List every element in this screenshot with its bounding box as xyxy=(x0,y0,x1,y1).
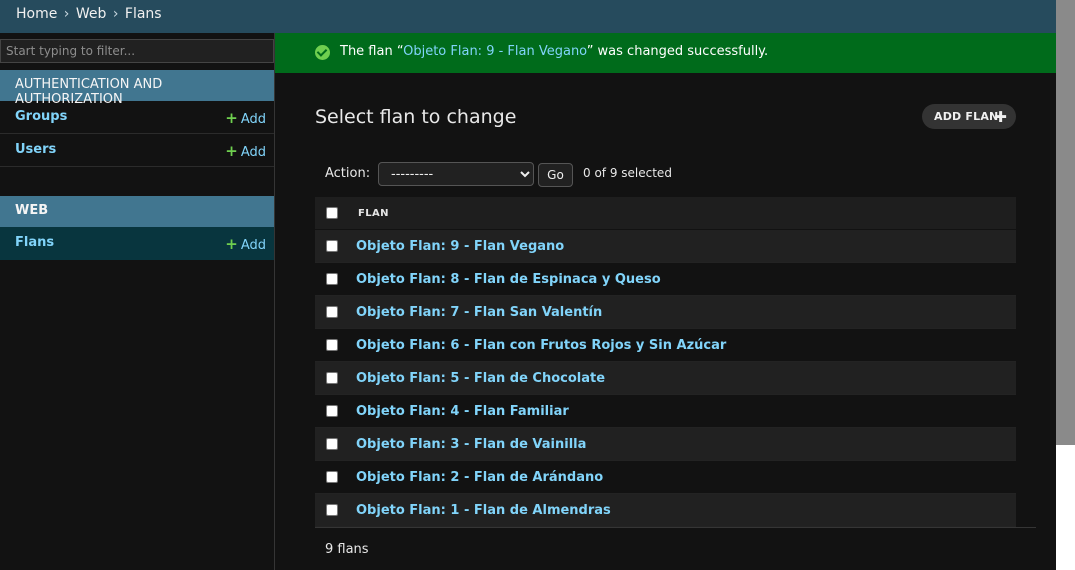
row-checkbox[interactable] xyxy=(326,273,338,285)
table-row: Objeto Flan: 9 - Flan Vegano xyxy=(315,230,1016,263)
add-flan-button[interactable]: ADD FLAN ✚ xyxy=(922,104,1016,129)
sidebar-item-users: Users + Add xyxy=(0,134,274,167)
go-button[interactable]: Go xyxy=(538,163,573,187)
plus-icon: + xyxy=(225,109,238,127)
add-flans-link[interactable]: + Add xyxy=(225,235,266,253)
row-checkbox[interactable] xyxy=(326,372,338,384)
model-link-flans[interactable]: Flans xyxy=(15,235,54,250)
table-header: FLAN xyxy=(315,197,1016,230)
row-link[interactable]: Objeto Flan: 8 - Flan de Espinaca y Ques… xyxy=(356,272,661,287)
add-groups-link[interactable]: + Add xyxy=(225,109,266,127)
row-link[interactable]: Objeto Flan: 7 - Flan San Valentín xyxy=(356,305,602,320)
breadcrumb-current: Flans xyxy=(124,6,162,22)
row-link[interactable]: Objeto Flan: 9 - Flan Vegano xyxy=(356,239,564,254)
action-label: Action: xyxy=(325,166,371,181)
row-checkbox[interactable] xyxy=(326,306,338,318)
add-flan-label: ADD FLAN xyxy=(934,110,999,123)
row-link[interactable]: Objeto Flan: 1 - Flan de Almendras xyxy=(356,503,611,518)
success-message: The flan “Objeto Flan: 9 - Flan Vegano” … xyxy=(275,33,1056,73)
app-caption-web[interactable]: WEB xyxy=(0,196,274,227)
result-list: FLAN Objeto Flan: 9 - Flan Vegano Objeto… xyxy=(315,197,1016,527)
column-header-flan[interactable]: FLAN xyxy=(358,208,389,219)
table-row: Objeto Flan: 4 - Flan Familiar xyxy=(315,395,1016,428)
app-caption-auth[interactable]: AUTHENTICATION AND AUTHORIZATION xyxy=(0,70,274,107)
action-select[interactable]: --------- xyxy=(378,162,534,186)
scrollbar-thumb[interactable] xyxy=(1056,0,1075,445)
page-title: Select flan to change xyxy=(315,106,517,128)
select-all-checkbox[interactable] xyxy=(326,207,338,219)
row-checkbox[interactable] xyxy=(326,471,338,483)
table-row: Objeto Flan: 2 - Flan de Arándano xyxy=(315,461,1016,494)
breadcrumb: Home › Web › Flans xyxy=(0,0,1056,33)
row-link[interactable]: Objeto Flan: 4 - Flan Familiar xyxy=(356,404,569,419)
check-circle-icon xyxy=(315,45,330,60)
add-label: Add xyxy=(240,238,266,253)
add-label: Add xyxy=(240,112,266,127)
message-prefix: The flan “ xyxy=(340,44,404,59)
plus-icon: + xyxy=(225,235,238,253)
row-checkbox[interactable] xyxy=(326,339,338,351)
plus-icon: + xyxy=(225,142,238,160)
model-link-users[interactable]: Users xyxy=(15,142,56,157)
table-row: Objeto Flan: 1 - Flan de Almendras xyxy=(315,494,1016,527)
table-row: Objeto Flan: 7 - Flan San Valentín xyxy=(315,296,1016,329)
admin-page: Home › Web › Flans AUTHENTICATION AND AU… xyxy=(0,0,1075,570)
sidebar-item-groups: Groups + Add xyxy=(0,101,274,134)
breadcrumb-app[interactable]: Web xyxy=(76,6,107,22)
breadcrumb-home[interactable]: Home xyxy=(16,6,57,22)
nav-filter-input[interactable] xyxy=(0,39,274,63)
row-checkbox[interactable] xyxy=(326,240,338,252)
table-row: Objeto Flan: 3 - Flan de Vainilla xyxy=(315,428,1016,461)
table-row: Objeto Flan: 8 - Flan de Espinaca y Ques… xyxy=(315,263,1016,296)
add-users-link[interactable]: + Add xyxy=(225,142,266,160)
breadcrumb-separator: › xyxy=(112,6,119,22)
row-link[interactable]: Objeto Flan: 2 - Flan de Arándano xyxy=(356,470,603,485)
table-row: Objeto Flan: 6 - Flan con Frutos Rojos y… xyxy=(315,329,1016,362)
row-link[interactable]: Objeto Flan: 5 - Flan de Chocolate xyxy=(356,371,605,386)
row-checkbox[interactable] xyxy=(326,405,338,417)
table-row: Objeto Flan: 5 - Flan de Chocolate xyxy=(315,362,1016,395)
sidebar-item-flans: Flans + Add xyxy=(0,227,274,260)
paginator: 9 flans xyxy=(315,527,1036,570)
model-link-groups[interactable]: Groups xyxy=(15,109,67,124)
message-suffix: ” was changed successfully. xyxy=(586,44,769,59)
message-object-link[interactable]: Objeto Flan: 9 - Flan Vegano xyxy=(403,44,587,59)
add-label: Add xyxy=(240,145,266,160)
row-checkbox[interactable] xyxy=(326,504,338,516)
nav-sidebar: AUTHENTICATION AND AUTHORIZATION Groups … xyxy=(0,33,275,570)
row-checkbox[interactable] xyxy=(326,438,338,450)
plus-icon: ✚ xyxy=(994,108,1007,126)
selected-counter: 0 of 9 selected xyxy=(583,166,672,180)
breadcrumb-separator: › xyxy=(63,6,70,22)
row-link[interactable]: Objeto Flan: 6 - Flan con Frutos Rojos y… xyxy=(356,338,726,353)
row-link[interactable]: Objeto Flan: 3 - Flan de Vainilla xyxy=(356,437,586,452)
